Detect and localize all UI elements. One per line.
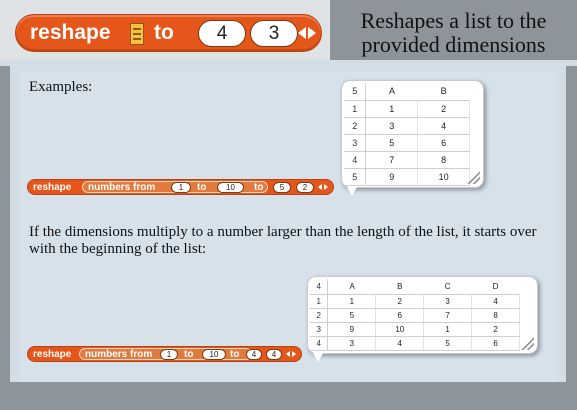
bubble-tail xyxy=(313,353,323,362)
result-table-1: 5 A B 112 234 356 478 5 9 10 xyxy=(344,83,470,186)
table-cell: 10 xyxy=(417,168,470,186)
table-cell: 6 xyxy=(471,336,520,351)
explanation-paragraph: If the dimensions multiply to a number l… xyxy=(29,224,537,257)
table-cell: 9 xyxy=(365,168,419,186)
row-index: 4 xyxy=(310,336,329,351)
table-cell: 2 xyxy=(471,322,520,337)
result-bubble-2: 4 A B C D 11234 25678 3 9 10 1 2 43456 xyxy=(307,276,538,354)
from-slot[interactable]: 1 xyxy=(160,349,178,360)
table-cell: 3 xyxy=(327,336,377,351)
table-cell: 4 xyxy=(375,336,425,351)
table-cell: 3 xyxy=(365,117,419,135)
list-icon xyxy=(130,23,144,45)
row-index: 4 xyxy=(344,151,367,169)
row-index: 1 xyxy=(344,100,367,118)
arrow-right-icon[interactable] xyxy=(292,351,296,357)
to-slot[interactable]: 10 xyxy=(202,349,226,360)
table-cell: 1 xyxy=(365,100,419,118)
arrow-right-icon[interactable] xyxy=(324,184,328,190)
table-cell: 10 xyxy=(375,322,425,337)
table-corner: 4 xyxy=(310,279,329,295)
header-description: Reshapes a list to the provided dimensio… xyxy=(330,0,577,64)
dimension-slot-1[interactable]: 5 xyxy=(273,182,291,193)
numbers-from-block[interactable]: numbers from 1 to 10 xyxy=(79,348,252,360)
table-cell: 5 xyxy=(365,134,419,152)
column-header: A xyxy=(365,83,418,101)
resize-handle-icon[interactable] xyxy=(466,170,480,184)
table-corner: 5 xyxy=(344,83,367,101)
arrow-left-icon[interactable] xyxy=(298,27,306,39)
dimension-slot-2[interactable]: 3 xyxy=(250,20,298,47)
table-cell: 7 xyxy=(365,151,419,169)
table-cell: 4 xyxy=(417,117,470,135)
reshape-keyword: reshape xyxy=(33,182,72,193)
table-cell: 6 xyxy=(375,308,425,323)
row-index: 1 xyxy=(310,294,329,309)
table-cell: 5 xyxy=(423,336,473,351)
row-index: 3 xyxy=(344,134,367,152)
row-index: 3 xyxy=(310,322,329,337)
to-label: to xyxy=(197,182,207,193)
reshape-keyword: reshape xyxy=(30,21,111,44)
column-header: D xyxy=(471,279,520,295)
dimension-slot-1[interactable]: 4 xyxy=(198,20,246,47)
reshape-block-example-1[interactable]: reshape numbers from 1 to 10 to 5 2 xyxy=(27,179,334,195)
row-index: 2 xyxy=(310,308,329,323)
table-cell: 2 xyxy=(417,100,470,118)
numbers-from-label: numbers from xyxy=(88,182,156,193)
table-cell: 1 xyxy=(423,322,473,337)
to-slot[interactable]: 10 xyxy=(217,182,244,193)
to-label: to xyxy=(154,21,174,44)
reshape-block-example-2[interactable]: reshape numbers from 1 to 10 to 4 4 xyxy=(27,346,302,362)
arrow-right-icon[interactable] xyxy=(308,27,316,39)
reshape-keyword: reshape xyxy=(33,349,72,360)
table-cell: 9 xyxy=(327,322,377,337)
table-cell: 6 xyxy=(417,134,470,152)
outer-to-label: to xyxy=(254,182,264,193)
table-cell: 3 xyxy=(423,294,473,309)
column-header: B xyxy=(375,279,424,295)
table-cell: 4 xyxy=(471,294,520,309)
result-bubble-1: 5 A B 112 234 356 478 5 9 10 xyxy=(341,80,484,188)
column-header: C xyxy=(423,279,472,295)
numbers-from-block[interactable]: numbers from 1 to 10 xyxy=(82,181,268,193)
result-table-2: 4 A B C D 11234 25678 3 9 10 1 2 43456 xyxy=(310,279,520,351)
table-cell: 2 xyxy=(375,294,425,309)
bottom-margin xyxy=(10,382,566,410)
reshape-block[interactable]: reshape to 4 3 xyxy=(15,14,322,52)
table-cell: 5 xyxy=(327,308,377,323)
numbers-from-label: numbers from xyxy=(85,349,153,360)
from-slot[interactable]: 1 xyxy=(171,182,191,193)
examples-label: Examples: xyxy=(29,79,93,95)
to-label: to xyxy=(184,349,194,360)
table-cell: 8 xyxy=(417,151,470,169)
bubble-tail xyxy=(347,187,357,196)
arrow-left-icon[interactable] xyxy=(286,351,290,357)
dimension-slot-2[interactable]: 2 xyxy=(296,182,314,193)
dimension-slot-1[interactable]: 4 xyxy=(246,349,262,360)
dimension-slot-2[interactable]: 4 xyxy=(266,349,282,360)
table-cell: 7 xyxy=(423,308,473,323)
table-cell: 1 xyxy=(327,294,377,309)
outer-to-label: to xyxy=(230,349,240,360)
row-index: 2 xyxy=(344,117,367,135)
row-index: 5 xyxy=(344,168,367,186)
column-header: B xyxy=(417,83,470,101)
column-header: A xyxy=(327,279,376,295)
table-cell: 8 xyxy=(471,308,520,323)
arrow-left-icon[interactable] xyxy=(318,184,322,190)
resize-handle-icon[interactable] xyxy=(520,336,534,350)
